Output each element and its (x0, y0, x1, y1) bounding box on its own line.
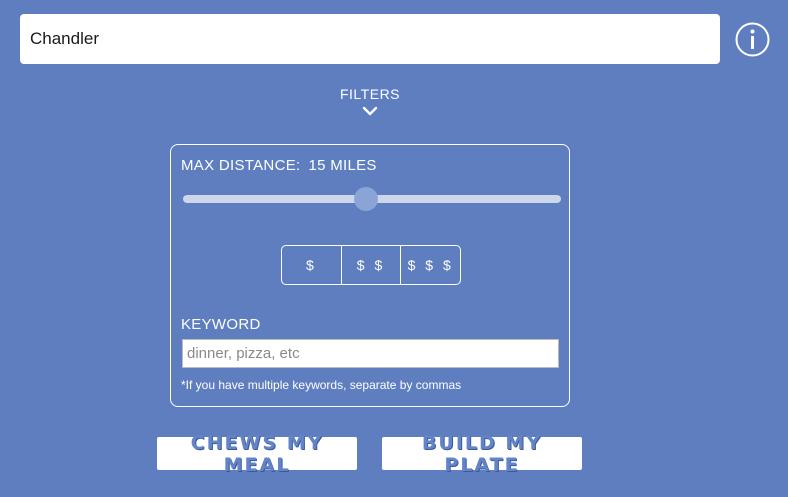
info-icon[interactable] (735, 22, 770, 57)
filters-toggle[interactable]: FILTERS (320, 86, 420, 124)
chews-my-meal-button[interactable]: CHEWS MY MEAL (157, 432, 357, 476)
chevron-down-icon (362, 106, 378, 116)
keyword-hint: *If you have multiple keywords, separate… (181, 378, 462, 392)
price-button-3[interactable]: $ $ $ (401, 246, 460, 284)
filters-label: FILTERS (339, 86, 401, 102)
slider-thumb[interactable] (354, 187, 379, 211)
max-distance-label: MAX DISTANCE: (181, 157, 301, 174)
keyword-label: KEYWORD (181, 316, 261, 333)
app-screen: FILTERS MAX DISTANCE: 15 MILES $ $ $ $ $ … (0, 0, 788, 497)
keyword-input[interactable] (182, 339, 559, 368)
distance-slider[interactable] (183, 185, 561, 213)
price-selector: $ $ $ $ $ $ (281, 245, 461, 285)
build-my-plate-button[interactable]: BUILD MY PLATE (382, 432, 582, 476)
location-search-input[interactable] (20, 14, 720, 64)
filter-panel: MAX DISTANCE: 15 MILES $ $ $ $ $ $ KEYWOR… (170, 144, 570, 407)
max-distance-value: 15 MILES (308, 157, 377, 174)
price-button-2[interactable]: $ $ (342, 246, 402, 284)
max-distance-row: MAX DISTANCE: 15 MILES (181, 157, 385, 174)
price-button-1[interactable]: $ (282, 246, 342, 284)
